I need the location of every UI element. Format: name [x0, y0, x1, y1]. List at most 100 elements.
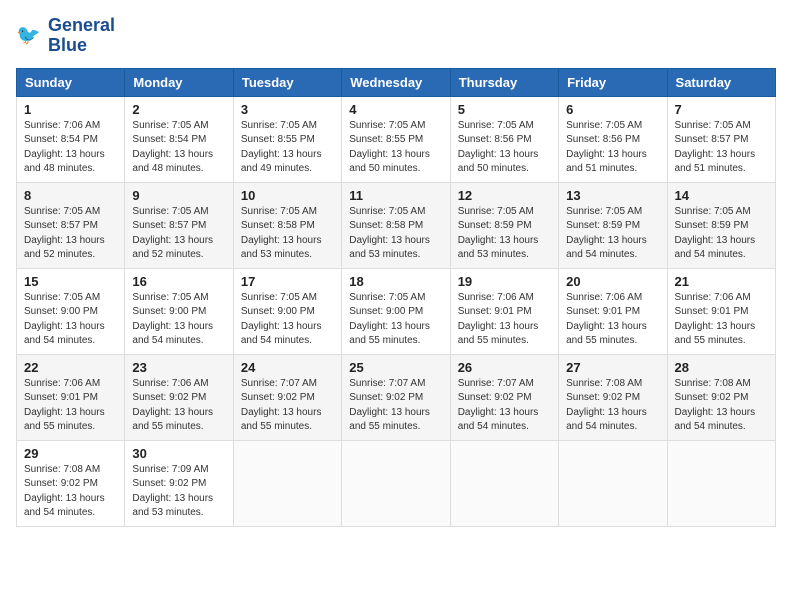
calendar-cell: 4 Sunrise: 7:05 AM Sunset: 8:55 PM Dayli… — [342, 96, 450, 182]
day-number: 1 — [24, 102, 117, 117]
day-detail: Sunrise: 7:08 AM Sunset: 9:02 PM Dayligh… — [24, 463, 117, 521]
day-number: 8 — [24, 188, 117, 203]
logo-text: General Blue — [48, 16, 115, 56]
day-detail: Sunrise: 7:05 AM Sunset: 9:00 PM Dayligh… — [241, 291, 334, 349]
day-number: 11 — [349, 188, 442, 203]
day-number: 9 — [132, 188, 225, 203]
day-detail: Sunrise: 7:06 AM Sunset: 8:54 PM Dayligh… — [24, 119, 117, 177]
day-number: 29 — [24, 446, 117, 461]
calendar-cell: 3 Sunrise: 7:05 AM Sunset: 8:55 PM Dayli… — [233, 96, 341, 182]
calendar-cell: 23 Sunrise: 7:06 AM Sunset: 9:02 PM Dayl… — [125, 354, 233, 440]
calendar-cell: 7 Sunrise: 7:05 AM Sunset: 8:57 PM Dayli… — [667, 96, 775, 182]
day-number: 16 — [132, 274, 225, 289]
calendar-cell: 28 Sunrise: 7:08 AM Sunset: 9:02 PM Dayl… — [667, 354, 775, 440]
day-detail: Sunrise: 7:06 AM Sunset: 9:02 PM Dayligh… — [132, 377, 225, 435]
svg-text:🐦: 🐦 — [16, 24, 40, 46]
day-number: 23 — [132, 360, 225, 375]
calendar-cell — [342, 440, 450, 526]
calendar-cell: 20 Sunrise: 7:06 AM Sunset: 9:01 PM Dayl… — [559, 268, 667, 354]
day-detail: Sunrise: 7:05 AM Sunset: 8:57 PM Dayligh… — [132, 205, 225, 263]
calendar-week-1: 8 Sunrise: 7:05 AM Sunset: 8:57 PM Dayli… — [17, 182, 776, 268]
calendar-cell: 25 Sunrise: 7:07 AM Sunset: 9:02 PM Dayl… — [342, 354, 450, 440]
day-number: 4 — [349, 102, 442, 117]
calendar-cell: 8 Sunrise: 7:05 AM Sunset: 8:57 PM Dayli… — [17, 182, 125, 268]
calendar-cell: 30 Sunrise: 7:09 AM Sunset: 9:02 PM Dayl… — [125, 440, 233, 526]
calendar-cell: 1 Sunrise: 7:06 AM Sunset: 8:54 PM Dayli… — [17, 96, 125, 182]
day-number: 13 — [566, 188, 659, 203]
calendar-cell — [233, 440, 341, 526]
page-header: 🐦 General Blue — [16, 16, 776, 56]
day-detail: Sunrise: 7:06 AM Sunset: 9:01 PM Dayligh… — [458, 291, 551, 349]
calendar-table: SundayMondayTuesdayWednesdayThursdayFrid… — [16, 68, 776, 527]
calendar-cell: 2 Sunrise: 7:05 AM Sunset: 8:54 PM Dayli… — [125, 96, 233, 182]
weekday-header-sunday: Sunday — [17, 68, 125, 96]
calendar-cell: 11 Sunrise: 7:05 AM Sunset: 8:58 PM Dayl… — [342, 182, 450, 268]
calendar-week-0: 1 Sunrise: 7:06 AM Sunset: 8:54 PM Dayli… — [17, 96, 776, 182]
day-detail: Sunrise: 7:05 AM Sunset: 8:59 PM Dayligh… — [458, 205, 551, 263]
weekday-header-tuesday: Tuesday — [233, 68, 341, 96]
day-number: 15 — [24, 274, 117, 289]
day-number: 6 — [566, 102, 659, 117]
day-detail: Sunrise: 7:05 AM Sunset: 8:57 PM Dayligh… — [675, 119, 768, 177]
calendar-cell: 6 Sunrise: 7:05 AM Sunset: 8:56 PM Dayli… — [559, 96, 667, 182]
day-number: 3 — [241, 102, 334, 117]
calendar-cell: 24 Sunrise: 7:07 AM Sunset: 9:02 PM Dayl… — [233, 354, 341, 440]
calendar-cell: 16 Sunrise: 7:05 AM Sunset: 9:00 PM Dayl… — [125, 268, 233, 354]
weekday-header-row: SundayMondayTuesdayWednesdayThursdayFrid… — [17, 68, 776, 96]
day-detail: Sunrise: 7:09 AM Sunset: 9:02 PM Dayligh… — [132, 463, 225, 521]
calendar-cell: 5 Sunrise: 7:05 AM Sunset: 8:56 PM Dayli… — [450, 96, 558, 182]
calendar-cell — [450, 440, 558, 526]
day-detail: Sunrise: 7:05 AM Sunset: 8:58 PM Dayligh… — [349, 205, 442, 263]
day-number: 24 — [241, 360, 334, 375]
calendar-cell: 19 Sunrise: 7:06 AM Sunset: 9:01 PM Dayl… — [450, 268, 558, 354]
day-number: 28 — [675, 360, 768, 375]
day-number: 18 — [349, 274, 442, 289]
calendar-body: 1 Sunrise: 7:06 AM Sunset: 8:54 PM Dayli… — [17, 96, 776, 526]
day-detail: Sunrise: 7:05 AM Sunset: 9:00 PM Dayligh… — [349, 291, 442, 349]
calendar-cell: 29 Sunrise: 7:08 AM Sunset: 9:02 PM Dayl… — [17, 440, 125, 526]
day-detail: Sunrise: 7:06 AM Sunset: 9:01 PM Dayligh… — [566, 291, 659, 349]
day-number: 14 — [675, 188, 768, 203]
day-detail: Sunrise: 7:08 AM Sunset: 9:02 PM Dayligh… — [566, 377, 659, 435]
day-detail: Sunrise: 7:05 AM Sunset: 8:59 PM Dayligh… — [566, 205, 659, 263]
calendar-week-3: 22 Sunrise: 7:06 AM Sunset: 9:01 PM Dayl… — [17, 354, 776, 440]
day-detail: Sunrise: 7:05 AM Sunset: 8:55 PM Dayligh… — [241, 119, 334, 177]
weekday-header-saturday: Saturday — [667, 68, 775, 96]
day-detail: Sunrise: 7:05 AM Sunset: 8:58 PM Dayligh… — [241, 205, 334, 263]
weekday-header-monday: Monday — [125, 68, 233, 96]
day-number: 12 — [458, 188, 551, 203]
logo: 🐦 General Blue — [16, 16, 115, 56]
day-number: 22 — [24, 360, 117, 375]
day-number: 17 — [241, 274, 334, 289]
day-detail: Sunrise: 7:07 AM Sunset: 9:02 PM Dayligh… — [349, 377, 442, 435]
calendar-cell: 15 Sunrise: 7:05 AM Sunset: 9:00 PM Dayl… — [17, 268, 125, 354]
day-number: 19 — [458, 274, 551, 289]
day-detail: Sunrise: 7:05 AM Sunset: 9:00 PM Dayligh… — [24, 291, 117, 349]
day-number: 26 — [458, 360, 551, 375]
day-number: 20 — [566, 274, 659, 289]
day-number: 27 — [566, 360, 659, 375]
calendar-week-4: 29 Sunrise: 7:08 AM Sunset: 9:02 PM Dayl… — [17, 440, 776, 526]
day-number: 7 — [675, 102, 768, 117]
day-number: 2 — [132, 102, 225, 117]
weekday-header-friday: Friday — [559, 68, 667, 96]
day-detail: Sunrise: 7:06 AM Sunset: 9:01 PM Dayligh… — [675, 291, 768, 349]
calendar-cell: 17 Sunrise: 7:05 AM Sunset: 9:00 PM Dayl… — [233, 268, 341, 354]
day-number: 10 — [241, 188, 334, 203]
day-detail: Sunrise: 7:05 AM Sunset: 8:54 PM Dayligh… — [132, 119, 225, 177]
weekday-header-thursday: Thursday — [450, 68, 558, 96]
calendar-cell — [667, 440, 775, 526]
weekday-header-wednesday: Wednesday — [342, 68, 450, 96]
calendar-cell — [559, 440, 667, 526]
calendar-cell: 27 Sunrise: 7:08 AM Sunset: 9:02 PM Dayl… — [559, 354, 667, 440]
day-number: 5 — [458, 102, 551, 117]
day-number: 30 — [132, 446, 225, 461]
calendar-cell: 21 Sunrise: 7:06 AM Sunset: 9:01 PM Dayl… — [667, 268, 775, 354]
day-detail: Sunrise: 7:05 AM Sunset: 8:57 PM Dayligh… — [24, 205, 117, 263]
day-detail: Sunrise: 7:07 AM Sunset: 9:02 PM Dayligh… — [458, 377, 551, 435]
day-detail: Sunrise: 7:05 AM Sunset: 8:55 PM Dayligh… — [349, 119, 442, 177]
calendar-cell: 22 Sunrise: 7:06 AM Sunset: 9:01 PM Dayl… — [17, 354, 125, 440]
calendar-cell: 26 Sunrise: 7:07 AM Sunset: 9:02 PM Dayl… — [450, 354, 558, 440]
day-number: 25 — [349, 360, 442, 375]
day-detail: Sunrise: 7:08 AM Sunset: 9:02 PM Dayligh… — [675, 377, 768, 435]
